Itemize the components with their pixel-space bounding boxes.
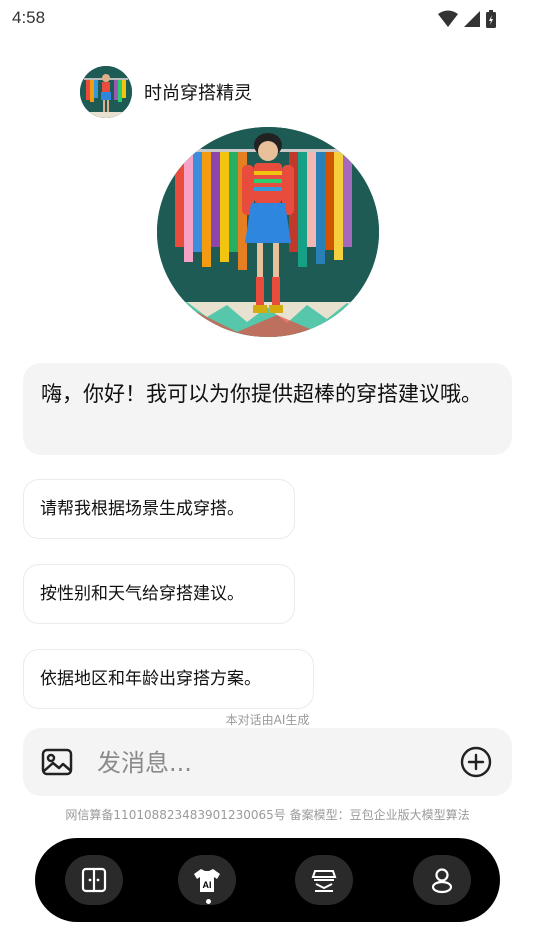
add-icon[interactable]: [460, 746, 492, 778]
status-icons: [437, 9, 497, 29]
tab-wardrobe[interactable]: [295, 855, 353, 905]
tab-book[interactable]: [65, 855, 123, 905]
ai-shirt-icon: AI: [194, 869, 220, 892]
filing-note: 网信算备110108823483901230065号 备案模型：豆包企业版大模型…: [65, 808, 470, 822]
agent-avatar[interactable]: [80, 66, 132, 118]
message-input-bar: [23, 728, 512, 796]
greeting-message: 嗨，你好！我可以为你提供超棒的穿搭建议哦。: [23, 363, 512, 455]
wardrobe-icon: [311, 870, 337, 892]
ai-label: AI: [203, 880, 212, 890]
tab-profile[interactable]: [413, 855, 471, 905]
chat-header: 时尚穿搭精灵: [80, 66, 252, 118]
suggestion-chip-region-age[interactable]: 依据地区和年龄出穿搭方案。: [23, 649, 314, 709]
active-tab-indicator: [206, 899, 211, 904]
suggestion-chip-scene[interactable]: 请帮我根据场景生成穿搭。: [23, 479, 295, 539]
suggestion-chip-gender-weather[interactable]: 按性别和天气给穿搭建议。: [23, 564, 295, 624]
wifi-icon: [438, 10, 458, 27]
book-icon: [81, 867, 107, 893]
profile-icon: [431, 868, 453, 894]
agent-portrait: [157, 127, 379, 337]
image-upload-icon[interactable]: [41, 748, 73, 776]
status-time: 4:58: [12, 8, 46, 27]
message-input[interactable]: [95, 742, 429, 784]
tab-ai-outfit[interactable]: AI: [178, 855, 236, 905]
bottom-tab-bar: AI: [35, 838, 500, 922]
status-bar: 4:58: [0, 0, 535, 38]
ai-generated-note: 本对话由AI生成: [225, 713, 310, 727]
battery-icon: [486, 10, 496, 28]
agent-name: 时尚穿搭精灵: [144, 83, 252, 104]
cellular-signal-icon: [464, 11, 480, 27]
